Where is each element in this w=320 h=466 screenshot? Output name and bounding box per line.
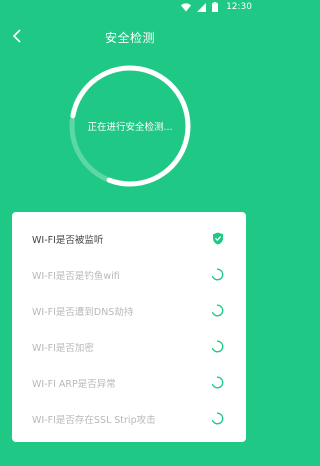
loading-spinner-icon	[211, 338, 224, 357]
wifi-icon	[181, 2, 192, 12]
check-row: WI-FI ARP是否异常	[12, 365, 246, 401]
signal-icon	[197, 2, 207, 12]
loading-spinner-icon	[211, 374, 224, 393]
progress-status-text: 正在进行安全检测...	[87, 122, 173, 133]
page-title: 安全检测	[104, 31, 155, 45]
check-label: WI-FI是否加密	[32, 343, 94, 354]
check-row: WI-FI是否遭到DNS劫持	[12, 293, 246, 329]
scan-progress-ring: 正在进行安全检测...	[67, 63, 193, 189]
check-status	[211, 302, 224, 321]
loading-spinner-icon	[211, 410, 224, 429]
check-label: WI-FI是否存在SSL Strip攻击	[32, 415, 156, 426]
check-row: WI-FI是否被监听	[12, 221, 246, 257]
check-row: WI-FI是否加密	[12, 329, 246, 365]
check-status	[211, 338, 224, 357]
check-label: WI-FI是否是钓鱼wifi	[32, 271, 120, 282]
check-status	[211, 230, 224, 249]
checks-card: WI-FI是否被监听 WI-FI是否是钓鱼wifi WI-FI是否遭到DNS劫持…	[12, 212, 246, 442]
loading-spinner-icon	[211, 302, 224, 321]
check-label: WI-FI是否被监听	[32, 235, 104, 246]
check-status	[211, 410, 224, 429]
loading-spinner-icon	[211, 266, 224, 285]
shield-check-icon	[212, 230, 224, 249]
status-bar: 12:30	[0, 0, 260, 14]
check-status	[211, 266, 224, 285]
check-label: WI-FI是否遭到DNS劫持	[32, 307, 134, 318]
status-time: 12:30	[226, 2, 252, 12]
check-label: WI-FI ARP是否异常	[32, 379, 116, 390]
check-status	[211, 374, 224, 393]
check-row: WI-FI是否存在SSL Strip攻击	[12, 401, 246, 437]
check-row: WI-FI是否是钓鱼wifi	[12, 257, 246, 293]
header: 安全检测	[0, 22, 260, 56]
battery-icon	[212, 2, 219, 12]
